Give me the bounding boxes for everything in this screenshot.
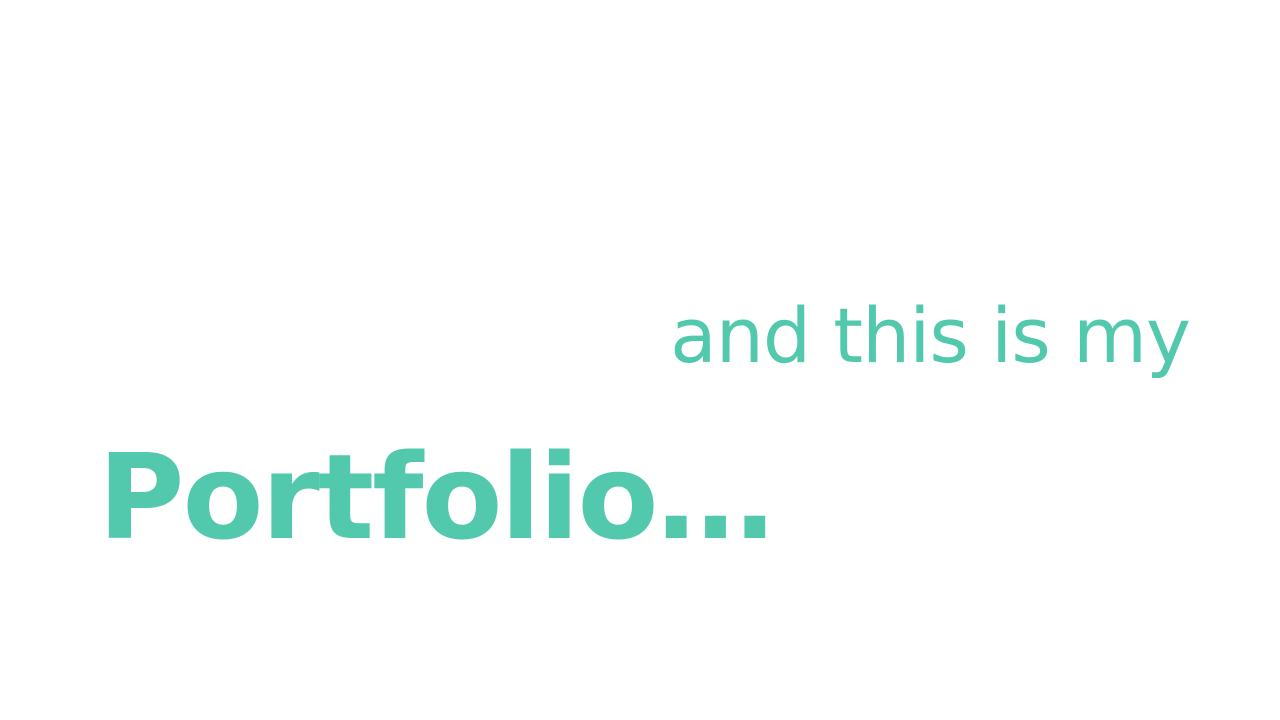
slide: and this is my Portfolio… <box>0 0 1280 720</box>
slide-title: Portfolio… <box>98 428 775 566</box>
slide-subtitle: and this is my <box>670 291 1191 380</box>
